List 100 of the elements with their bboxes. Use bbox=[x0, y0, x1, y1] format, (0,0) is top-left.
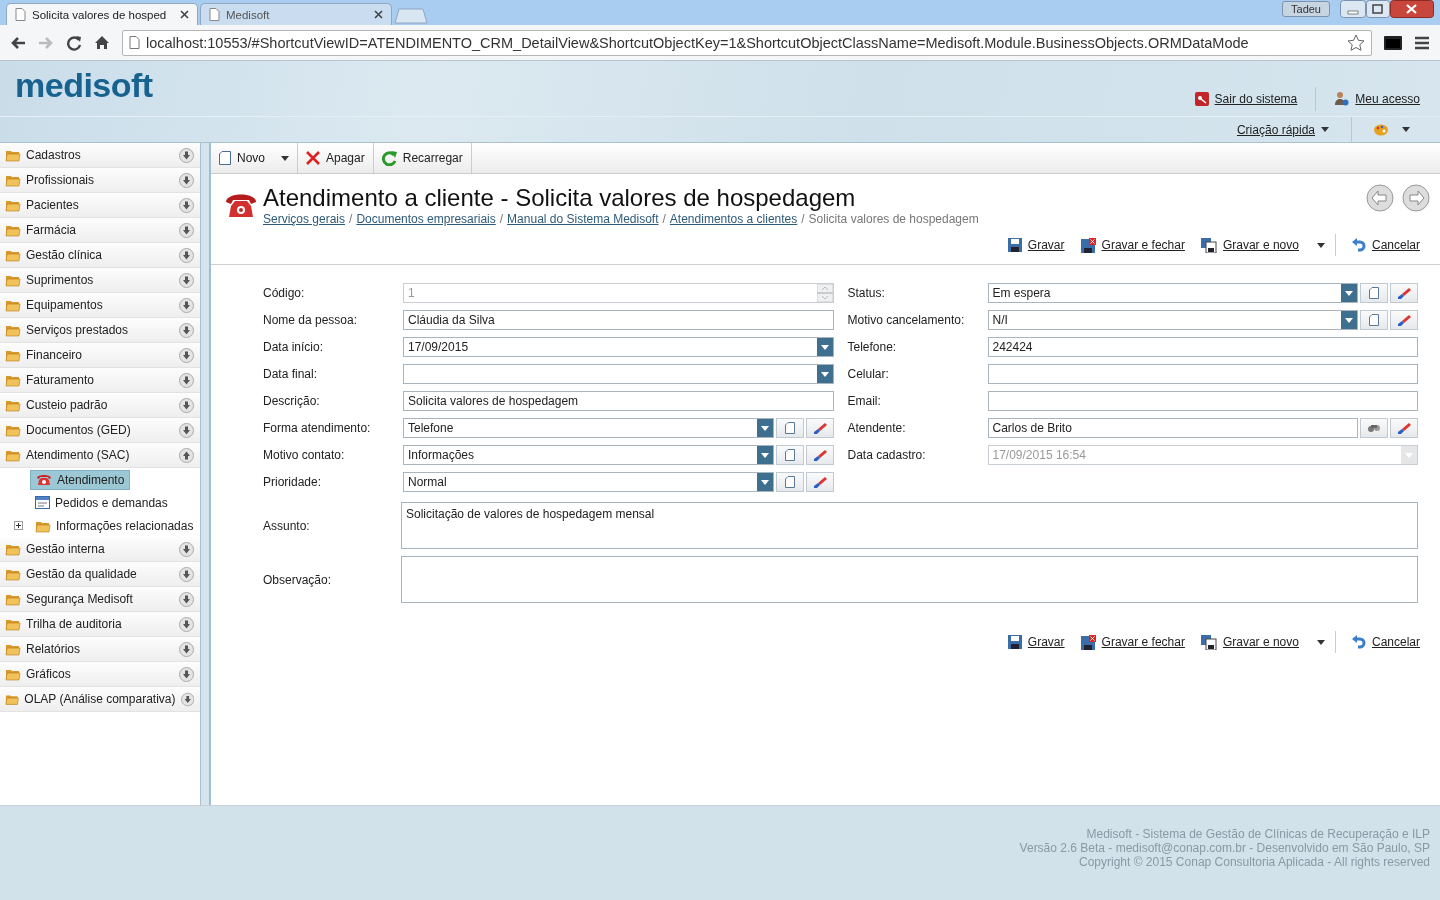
expand-icon[interactable] bbox=[179, 272, 194, 288]
input-field[interactable] bbox=[987, 363, 1418, 384]
maximize-button[interactable] bbox=[1366, 0, 1390, 18]
input-field[interactable]: Carlos de Brito bbox=[987, 417, 1358, 438]
field-button[interactable] bbox=[775, 471, 804, 492]
breadcrumb-link[interactable]: Atendimentos a clientes bbox=[669, 212, 798, 226]
input-field[interactable]: 17/09/2015 bbox=[403, 336, 834, 357]
expand-icon[interactable] bbox=[179, 222, 194, 238]
field-button[interactable] bbox=[1390, 309, 1418, 330]
expand-icon[interactable] bbox=[179, 247, 194, 263]
dropdown-button[interactable] bbox=[756, 445, 773, 464]
expand-icon[interactable] bbox=[179, 422, 194, 438]
sidebar-item[interactable]: Equipamentos bbox=[0, 293, 200, 318]
next-button[interactable] bbox=[1402, 184, 1430, 212]
dropdown-button[interactable] bbox=[756, 472, 773, 491]
splitter-handle[interactable] bbox=[200, 143, 211, 805]
input-field[interactable] bbox=[987, 390, 1418, 411]
dropdown-button[interactable] bbox=[1341, 310, 1357, 329]
expand-icon[interactable] bbox=[179, 447, 194, 463]
header-link[interactable]: Sair do sistema bbox=[1194, 91, 1298, 106]
sidebar-item[interactable]: Cadastros bbox=[0, 143, 200, 168]
field-button[interactable] bbox=[805, 444, 834, 465]
input-field[interactable] bbox=[403, 363, 834, 384]
sidebar-item[interactable]: Documentos (GED) bbox=[0, 418, 200, 443]
breadcrumb-link[interactable]: Manual do Sistema Medisoft bbox=[507, 212, 659, 226]
sidebar-subitem[interactable]: Atendimento bbox=[30, 469, 131, 490]
previous-button[interactable] bbox=[1366, 184, 1394, 212]
back-icon[interactable] bbox=[10, 35, 26, 50]
field-button[interactable] bbox=[1390, 282, 1418, 303]
expand-icon[interactable] bbox=[179, 147, 194, 163]
close-button[interactable] bbox=[1390, 0, 1434, 18]
input-field[interactable]: 242424 bbox=[987, 336, 1418, 357]
action-link[interactable]: Gravar e fechar bbox=[1080, 634, 1185, 650]
reload-icon[interactable] bbox=[66, 34, 82, 51]
sidebar-item[interactable]: Gestão clínica bbox=[0, 243, 200, 268]
input-field[interactable]: Telefone bbox=[403, 417, 774, 438]
sidebar-item[interactable]: Atendimento (SAC) bbox=[0, 443, 200, 468]
profile-badge[interactable]: Tadeu bbox=[1282, 1, 1330, 17]
theme-menu[interactable] bbox=[1374, 123, 1410, 136]
toolbar-button[interactable]: Apagar bbox=[298, 143, 374, 173]
field-button[interactable] bbox=[1360, 417, 1388, 438]
sidebar-item[interactable]: Suprimentos bbox=[0, 268, 200, 293]
star-icon[interactable] bbox=[1347, 33, 1365, 52]
input-field[interactable]: Em espera bbox=[987, 282, 1358, 303]
expand-icon[interactable] bbox=[179, 591, 194, 607]
expand-icon[interactable] bbox=[179, 397, 194, 413]
caret-icon[interactable] bbox=[1316, 242, 1325, 248]
field-button[interactable] bbox=[775, 417, 804, 438]
field-button[interactable] bbox=[1390, 417, 1418, 438]
sidebar-item[interactable]: Relatórios bbox=[0, 637, 200, 662]
expand-icon[interactable] bbox=[179, 322, 194, 338]
sidebar-item[interactable]: Pacientes bbox=[0, 193, 200, 218]
sidebar-item[interactable]: Trilha de auditoria bbox=[0, 612, 200, 637]
input-field[interactable]: N/I bbox=[987, 309, 1358, 330]
field-button[interactable] bbox=[1360, 309, 1388, 330]
sidebar-item[interactable]: Serviços prestados bbox=[0, 318, 200, 343]
toolbar-button[interactable]: Recarregar bbox=[373, 143, 472, 173]
terminal-icon[interactable] bbox=[1384, 35, 1402, 50]
action-link[interactable]: Gravar e fechar bbox=[1080, 237, 1185, 253]
address-bar[interactable]: localhost:10553/#ShortcutViewID=ATENDIMENTO_CRM_DetailView&ShortcutObjectKey=1&ShortcutObjectClassName=Medisoft.Module.BusinessObjects.ORMDataMode bbox=[122, 29, 1372, 56]
input-field[interactable]: Informações bbox=[403, 444, 774, 465]
breadcrumb-link[interactable]: Documentos empresariais bbox=[356, 212, 496, 226]
expand-icon[interactable] bbox=[180, 691, 194, 707]
input-field[interactable]: Normal bbox=[403, 471, 774, 492]
sidebar-item[interactable]: Faturamento bbox=[0, 368, 200, 393]
sidebar-item[interactable]: Gráficos bbox=[0, 662, 200, 687]
expand-icon[interactable] bbox=[179, 297, 194, 313]
sidebar-item[interactable]: OLAP (Análise comparativa) bbox=[0, 687, 200, 712]
close-icon[interactable] bbox=[180, 10, 189, 19]
menu-icon[interactable] bbox=[1414, 35, 1430, 50]
action-link[interactable]: Cancelar bbox=[1351, 237, 1420, 253]
dropdown-button[interactable] bbox=[756, 418, 773, 437]
action-link[interactable]: Cancelar bbox=[1351, 634, 1420, 650]
expand-icon[interactable] bbox=[179, 197, 194, 213]
browser-tab[interactable]: Medisoft bbox=[200, 3, 392, 25]
field-button[interactable] bbox=[775, 444, 804, 465]
breadcrumb-link[interactable]: Serviços gerais bbox=[263, 212, 346, 226]
home-icon[interactable] bbox=[94, 35, 110, 50]
expand-icon[interactable] bbox=[179, 372, 194, 388]
close-icon[interactable] bbox=[374, 10, 383, 19]
expand-icon[interactable] bbox=[179, 616, 194, 632]
field-button[interactable] bbox=[1360, 282, 1388, 303]
dropdown-button[interactable] bbox=[816, 337, 833, 356]
sidebar-item[interactable]: Financeiro bbox=[0, 343, 200, 368]
expand-icon[interactable] bbox=[179, 666, 194, 682]
field-button[interactable] bbox=[805, 471, 834, 492]
action-link[interactable]: Gravar bbox=[1007, 238, 1065, 252]
expand-icon[interactable] bbox=[179, 641, 194, 657]
sidebar-item[interactable]: Gestão interna bbox=[0, 537, 200, 562]
field-button[interactable] bbox=[805, 417, 834, 438]
input-field[interactable]: Cláudia da Silva bbox=[403, 309, 834, 330]
caret-icon[interactable] bbox=[1316, 639, 1325, 645]
text-area[interactable]: Solicitação de valores de hospedagem mensal bbox=[401, 502, 1418, 549]
toolbar-button[interactable]: Novo bbox=[211, 143, 298, 173]
sidebar-subitem[interactable]: Informações relacionadas bbox=[30, 516, 199, 535]
sidebar-item[interactable]: Gestão da qualidade bbox=[0, 562, 200, 587]
header-link[interactable]: Meu acesso bbox=[1334, 91, 1420, 106]
expand-icon[interactable] bbox=[14, 521, 23, 530]
action-link[interactable]: Gravar e novo bbox=[1200, 237, 1299, 253]
quick-create-menu[interactable]: Criação rápida bbox=[1236, 122, 1329, 137]
